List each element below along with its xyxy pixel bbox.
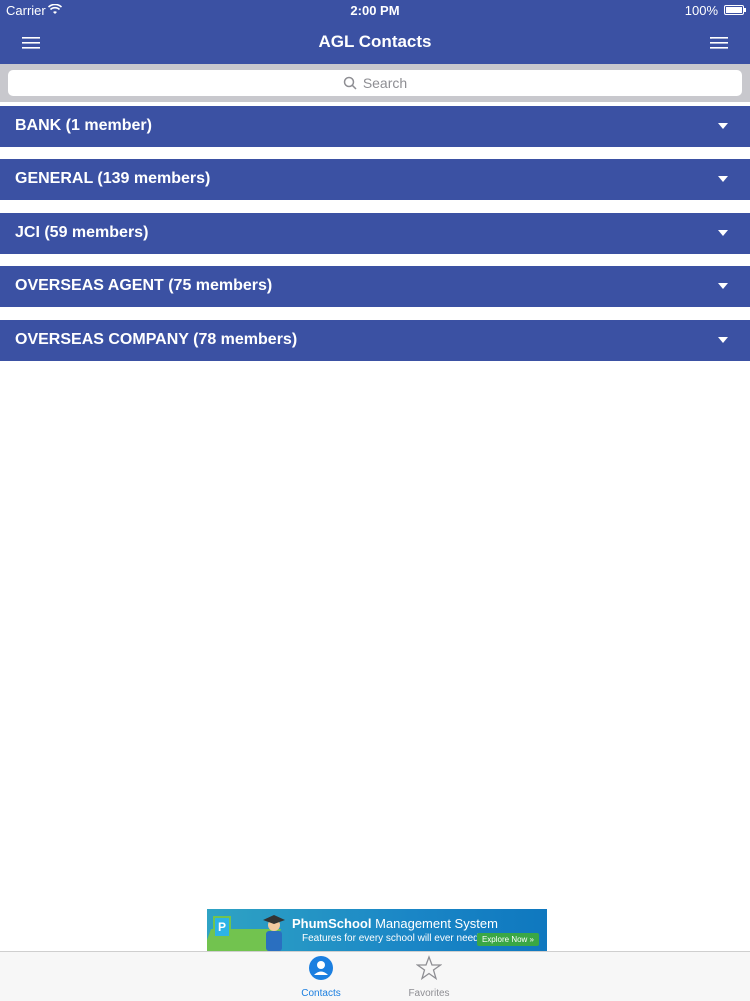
status-time: 2:00 PM [350, 3, 400, 18]
chevron-down-icon [718, 123, 728, 129]
group-label: JCI (59 members) [15, 224, 149, 241]
group-label: GENERAL (139 members) [15, 170, 211, 187]
tab-favorites[interactable]: Favorites [389, 955, 469, 999]
chevron-down-icon [718, 176, 728, 182]
search-input[interactable]: Search [8, 70, 742, 96]
ad-tagline: Features for every school will ever need [302, 933, 479, 944]
group-label: BANK (1 member) [15, 117, 152, 134]
tab-contacts[interactable]: Contacts [281, 955, 361, 999]
page-title: AGL Contacts [318, 32, 432, 51]
group-label: OVERSEAS AGENT (75 members) [15, 277, 273, 294]
chevron-down-icon [718, 283, 728, 289]
nav-bar: AGL Contacts [0, 22, 750, 64]
group-general[interactable]: GENERAL (139 members) [0, 159, 750, 200]
tab-bar: Contacts Favorites [0, 951, 750, 1001]
search-placeholder: Search [362, 75, 408, 91]
group-label: OVERSEAS COMPANY (78 members) [15, 331, 298, 348]
group-overseas-agent[interactable]: OVERSEAS AGENT (75 members) [0, 266, 750, 307]
battery-icon [724, 5, 746, 15]
ad-brand: PhumSchool [292, 916, 372, 931]
tab-favorites-label: Favorites [408, 988, 450, 999]
ad-banner[interactable]: P PhumSchool Management System Features … [207, 909, 547, 951]
chevron-down-icon [718, 230, 728, 236]
star-icon [415, 955, 443, 981]
contacts-icon [309, 956, 333, 980]
list-icon [710, 37, 728, 49]
battery-percent: 100% [684, 3, 718, 18]
search-bar: Search [0, 64, 750, 102]
ad-cta-button[interactable]: Explore Now » [476, 933, 539, 946]
ad-title-rest: Management System [371, 916, 498, 931]
search-icon [343, 76, 357, 90]
list-menu-button[interactable] [708, 32, 730, 54]
tab-contacts-label: Contacts [301, 988, 341, 999]
ad-title: PhumSchool Management System [292, 916, 498, 931]
group-bank[interactable]: BANK (1 member) [0, 106, 750, 147]
status-bar: Carrier 2:00 PM 100% [0, 0, 750, 22]
chevron-down-icon [718, 337, 728, 343]
group-overseas-company[interactable]: OVERSEAS COMPANY (78 members) [0, 320, 750, 361]
ad-logo-icon: P [213, 916, 231, 938]
group-jci[interactable]: JCI (59 members) [0, 213, 750, 254]
graduate-icon [263, 915, 285, 951]
